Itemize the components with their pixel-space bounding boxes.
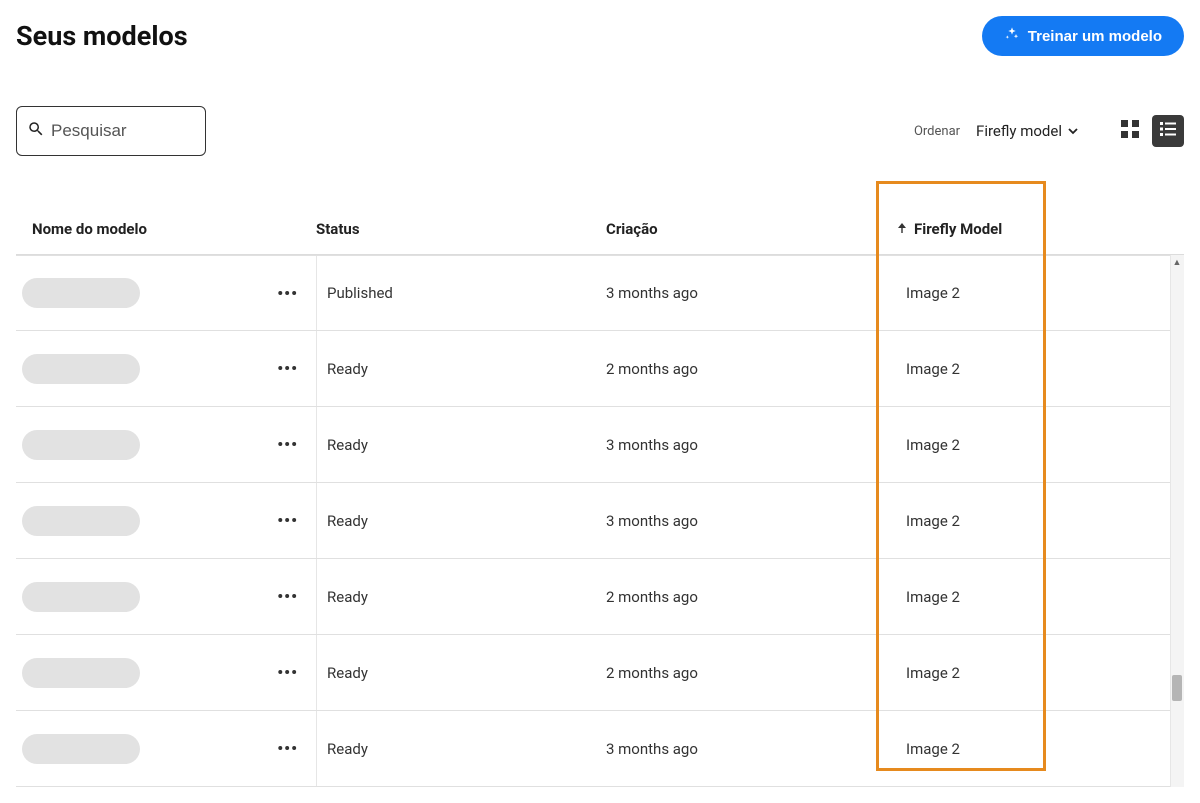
- model-name-placeholder: [22, 734, 140, 764]
- sparkle-icon: [1004, 26, 1020, 46]
- status-cell: Ready: [316, 483, 606, 558]
- firefly-model-cell: Image 2: [896, 436, 1096, 454]
- column-header-status[interactable]: Status: [316, 220, 606, 238]
- sort-selected-value: Firefly model: [976, 122, 1062, 140]
- column-header-created[interactable]: Criação: [606, 220, 896, 238]
- list-icon: [1158, 119, 1178, 143]
- table-header-row: Nome do modelo Status Criação Firefly Mo…: [16, 206, 1184, 255]
- chevron-down-icon: [1068, 122, 1078, 140]
- column-header-firefly-label: Firefly Model: [914, 220, 1002, 238]
- more-actions-button[interactable]: •••: [273, 583, 302, 610]
- status-cell: Published: [316, 256, 606, 330]
- more-actions-button[interactable]: •••: [273, 355, 302, 382]
- sort-label: Ordenar: [914, 124, 960, 139]
- model-name-cell: •••: [16, 582, 316, 612]
- sort-arrow-up-icon: [896, 220, 908, 238]
- search-input[interactable]: [51, 121, 195, 141]
- model-name-placeholder: [22, 582, 140, 612]
- column-header-name[interactable]: Nome do modelo: [16, 220, 316, 238]
- grid-view-button[interactable]: [1114, 115, 1146, 147]
- table-row[interactable]: ••• Published3 months agoImage 2: [16, 255, 1184, 331]
- firefly-model-cell: Image 2: [896, 284, 1096, 302]
- status-cell: Ready: [316, 559, 606, 634]
- model-name-cell: •••: [16, 354, 316, 384]
- table-row[interactable]: ••• Ready2 months agoImage 2: [16, 635, 1184, 711]
- train-model-label: Treinar um modelo: [1028, 28, 1162, 45]
- table-body: •••Published3 months agoImage 2•••Ready2…: [16, 255, 1184, 787]
- list-view-button[interactable]: [1152, 115, 1184, 147]
- grid-icon: [1120, 119, 1140, 143]
- table-row[interactable]: ••• Ready2 months agoImage 2: [16, 331, 1184, 407]
- more-actions-button[interactable]: •••: [273, 431, 302, 458]
- search-field[interactable]: [16, 106, 206, 156]
- status-cell: Ready: [316, 635, 606, 710]
- created-cell: 3 months ago: [606, 284, 896, 302]
- firefly-model-cell: Image 2: [896, 664, 1096, 682]
- scroll-up-arrow-icon[interactable]: ▲: [1172, 257, 1182, 267]
- table-row[interactable]: •••Ready3 months agoImage 2: [16, 711, 1184, 787]
- models-table: Nome do modelo Status Criação Firefly Mo…: [16, 206, 1184, 787]
- train-model-button[interactable]: Treinar um modelo: [982, 16, 1184, 56]
- firefly-model-cell: Image 2: [896, 740, 1096, 758]
- table-row[interactable]: ••• Ready3 months agoImage 2: [16, 407, 1184, 483]
- created-cell: 3 months ago: [606, 512, 896, 530]
- scrollbar-thumb[interactable]: [1172, 675, 1182, 701]
- search-icon: [27, 120, 51, 142]
- model-name-placeholder: [22, 506, 140, 536]
- sort-dropdown[interactable]: Firefly model: [976, 122, 1078, 140]
- firefly-model-cell: Image 2: [896, 588, 1096, 606]
- created-cell: 3 months ago: [606, 436, 896, 454]
- firefly-model-cell: Image 2: [896, 512, 1096, 530]
- model-name-cell: •••: [16, 506, 316, 536]
- column-header-firefly[interactable]: Firefly Model: [896, 220, 1096, 238]
- model-name-placeholder: [22, 354, 140, 384]
- more-actions-button[interactable]: •••: [273, 735, 302, 762]
- status-cell: Ready: [316, 331, 606, 406]
- model-name-placeholder: [22, 278, 140, 308]
- table-row[interactable]: ••• Ready2 months agoImage 2: [16, 559, 1184, 635]
- model-name-placeholder: [22, 658, 140, 688]
- created-cell: 3 months ago: [606, 740, 896, 758]
- more-actions-button[interactable]: •••: [273, 659, 302, 686]
- model-name-cell: •••: [16, 278, 316, 308]
- scrollbar-track[interactable]: ▲: [1170, 255, 1184, 787]
- more-actions-button[interactable]: •••: [273, 280, 302, 307]
- created-cell: 2 months ago: [606, 360, 896, 378]
- model-name-cell: •••: [16, 658, 316, 688]
- page-title: Seus modelos: [16, 20, 188, 52]
- table-row[interactable]: ••• Ready3 months agoImage 2: [16, 483, 1184, 559]
- firefly-model-cell: Image 2: [896, 360, 1096, 378]
- created-cell: 2 months ago: [606, 664, 896, 682]
- model-name-cell: •••: [16, 430, 316, 460]
- status-cell: Ready: [316, 407, 606, 482]
- created-cell: 2 months ago: [606, 588, 896, 606]
- more-actions-button[interactable]: •••: [273, 507, 302, 534]
- model-name-cell: •••: [16, 734, 316, 764]
- model-name-placeholder: [22, 430, 140, 460]
